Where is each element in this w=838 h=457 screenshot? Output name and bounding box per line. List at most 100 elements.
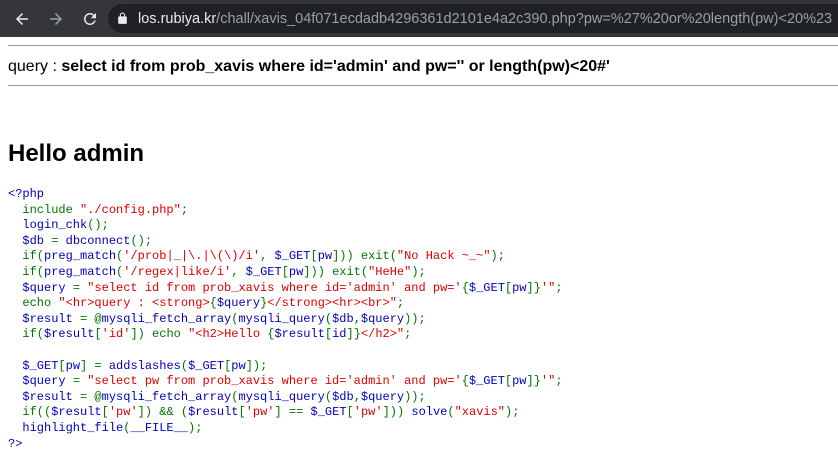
code-token: '/prob|_|\.|\(\)/i' — [123, 249, 261, 264]
code-token: { — [461, 280, 469, 295]
code-line: <?php — [8, 187, 563, 203]
code-token: ]); — [245, 358, 268, 373]
code-token: $result — [51, 405, 102, 420]
code-token: ]} — [526, 280, 541, 295]
code-token: $_GET — [8, 358, 59, 373]
code-token: (); — [87, 218, 109, 233]
code-token: ); — [411, 264, 426, 279]
code-token: $_GET — [310, 405, 347, 420]
code-token: preg_match — [44, 264, 117, 279]
code-token: , — [260, 249, 275, 264]
code-line: echo "<hr>query : <strong>{$query}</stro… — [8, 296, 563, 312]
back-arrow-icon[interactable] — [12, 9, 32, 29]
code-token: ])) exit( — [303, 264, 369, 279]
code-line: $query = "select pw from prob_xavis wher… — [8, 374, 562, 390]
code-token: $result — [188, 405, 239, 420]
reload-icon[interactable] — [80, 9, 100, 29]
code-token: [ — [346, 405, 354, 420]
code-token: $query — [8, 374, 73, 389]
code-token: ]) echo — [130, 327, 189, 342]
code-token: [ — [281, 264, 289, 279]
code-token: addslashes — [108, 358, 181, 373]
code-token: pw — [317, 249, 333, 264]
code-token: 'id' — [101, 327, 131, 342]
code-token: if( — [22, 249, 45, 264]
code-token: __FILE__ — [130, 420, 189, 435]
code-token: 'pw' — [108, 405, 138, 420]
code-token: { — [461, 374, 469, 389]
code-token: "select pw from prob_xavis where id='adm… — [87, 374, 462, 389]
code-token: [ — [310, 249, 318, 264]
code-line: include "./config.php"; — [8, 203, 563, 219]
divider-bottom — [8, 85, 838, 86]
code-token: ); — [188, 420, 203, 435]
code-token: $db — [8, 233, 52, 248]
code-line: $db = dbconnect(); — [8, 234, 563, 250]
code-token: [ — [238, 405, 246, 420]
code-token: dbconnect — [65, 233, 131, 248]
code-token: $query — [8, 280, 73, 295]
code-token: $_GET — [274, 249, 311, 264]
code-token: { — [209, 296, 217, 311]
code-token: ; — [396, 296, 405, 311]
source-code: <?php include "./config.php"; login_chk(… — [8, 187, 563, 452]
lock-icon — [116, 12, 130, 26]
code-token: "xavis" — [454, 405, 506, 420]
code-line: ?> — [8, 437, 563, 453]
code-token: ]) && ( — [137, 405, 189, 420]
code-token: $_GET — [245, 264, 282, 279]
code-token: [ — [94, 327, 102, 342]
code-token: $query — [360, 311, 405, 326]
url-path: /chall/xavis_04f071ecdadb4296361d2101e4a… — [216, 10, 833, 27]
code-token: '" — [540, 280, 556, 295]
code-token: include — [22, 202, 81, 217]
code-token: ?> — [8, 436, 23, 451]
code-token: ]} — [526, 374, 541, 389]
code-token: $query — [216, 296, 261, 311]
code-token: (); — [130, 233, 153, 248]
code-token: ])) — [382, 405, 412, 420]
code-token: '" — [540, 374, 556, 389]
code-token: preg_match — [44, 249, 117, 264]
code-token: ] == — [274, 405, 311, 420]
code-token: highlight_file — [8, 420, 124, 435]
code-line: if($result['id']) echo "<h2>Hello {$resu… — [8, 327, 563, 343]
code-token: mysqli_query — [238, 311, 325, 326]
code-token: [ — [58, 358, 66, 373]
code-token: <?php — [8, 187, 45, 201]
code-token: )); — [404, 389, 426, 404]
code-token: ])) exit( — [332, 249, 397, 264]
code-token: $result — [44, 327, 95, 342]
code-token: ( — [324, 389, 333, 404]
code-line: $result = @mysqli_fetch_array (mysqli_que… — [8, 390, 563, 406]
code-line: $query = "select id from prob_xavis wher… — [8, 280, 562, 297]
code-token: "./config.php" — [80, 202, 181, 217]
code-line: if(preg_match('/regex|like/i', $_GET[pw]… — [8, 265, 563, 281]
code-token: $_GET — [468, 374, 505, 389]
code-token: $result — [274, 327, 325, 342]
code-token: = — [51, 233, 66, 248]
code-line: $_GET[pw] = addslashes($_GET[pw]); — [8, 359, 563, 375]
code-token: ); — [505, 405, 520, 420]
forward-arrow-icon[interactable] — [46, 9, 66, 29]
code-token: , — [353, 389, 361, 404]
query-label: query : — [8, 58, 62, 75]
code-token: "No Hack ~_~" — [396, 249, 491, 264]
code-token: ; — [404, 327, 412, 342]
address-bar[interactable]: los.rubiya.kr/chall/xavis_04f071ecdadb42… — [108, 4, 838, 33]
code-token: [ — [101, 405, 109, 420]
code-token: )); — [404, 311, 426, 326]
divider-top — [8, 45, 838, 46]
code-line: highlight_file(__FILE__); — [8, 421, 563, 437]
code-line: login_chk(); — [8, 218, 563, 234]
code-token: 'pw' — [353, 405, 383, 420]
code-token: </strong><hr><br>" — [267, 296, 397, 311]
code-token: pw — [512, 280, 527, 295]
url-text[interactable]: los.rubiya.kr/chall/xavis_04f071ecdadb42… — [138, 11, 832, 27]
code-token: ); — [490, 249, 505, 264]
code-token: $result — [8, 311, 81, 326]
